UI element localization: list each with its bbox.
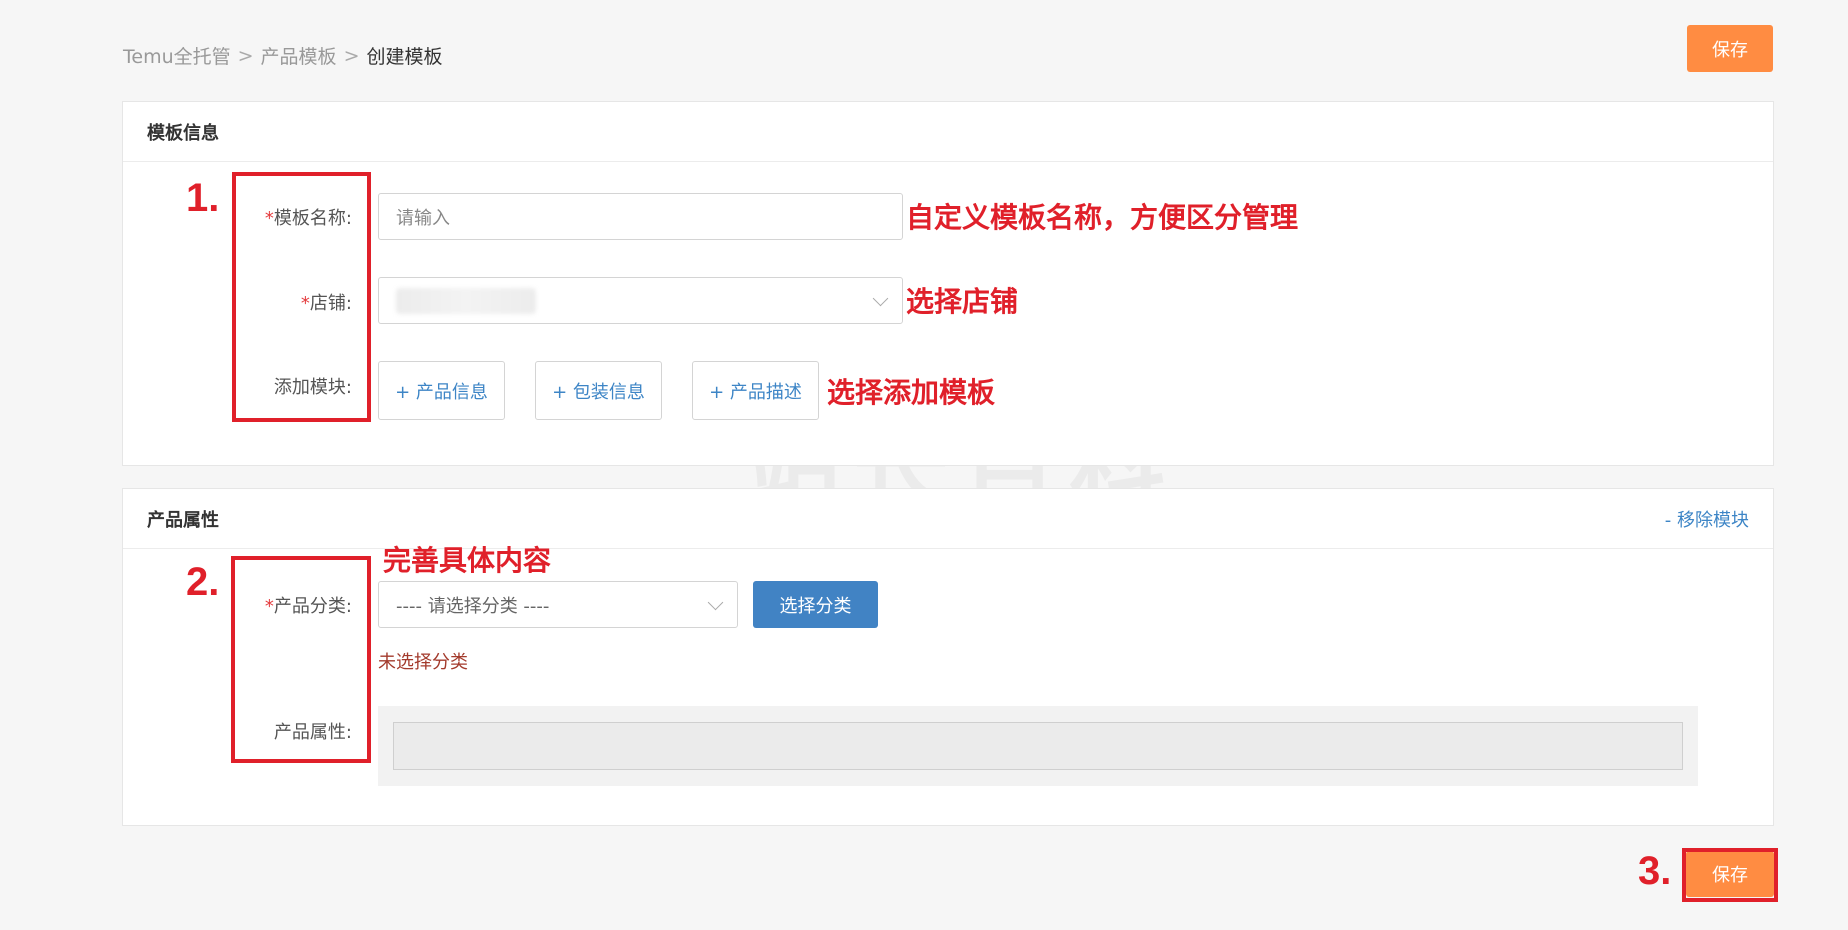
add-product-info-button[interactable]: + 产品信息 xyxy=(378,361,505,420)
annotation-number-1: 1. xyxy=(186,176,220,220)
chevron-right-icon: > xyxy=(237,44,254,67)
product-attributes-field[interactable] xyxy=(393,722,1683,770)
annotation-box-2 xyxy=(231,556,371,763)
annotation-name-note: 自定义模板名称，方便区分管理 xyxy=(906,201,1299,234)
remove-module-link[interactable]: - 移除模块 xyxy=(1665,506,1749,532)
category-select[interactable]: ---- 请选择分类 ---- xyxy=(378,581,738,628)
breadcrumb: Temu全托管 > 产品模板 > 创建模板 xyxy=(123,42,443,69)
panel-title-attrs: 产品属性 - 移除模块 xyxy=(123,489,1773,549)
annotation-shop-note: 选择店铺 xyxy=(906,285,1019,318)
template-name-input[interactable]: 请输入 xyxy=(378,193,903,240)
chevron-right-icon: > xyxy=(343,44,360,67)
annotation-box-1 xyxy=(232,172,371,422)
category-error: 未选择分类 xyxy=(378,652,468,673)
chevron-down-icon xyxy=(707,594,724,610)
add-packaging-info-button[interactable]: + 包装信息 xyxy=(535,361,662,420)
shop-select[interactable] xyxy=(378,277,903,324)
annotation-detail-note: 完善具体内容 xyxy=(383,544,552,577)
chevron-down-icon xyxy=(872,290,889,306)
annotation-box-3 xyxy=(1682,848,1778,902)
breadcrumb-item-current: 创建模板 xyxy=(366,46,443,68)
annotation-number-2: 2. xyxy=(186,560,220,604)
panel-title: 模板信息 xyxy=(123,102,1773,162)
shop-selected-value xyxy=(396,287,536,314)
annotation-number-3: 3. xyxy=(1638,849,1672,893)
annotation-module-note: 选择添加模板 xyxy=(827,376,996,409)
category-placeholder: ---- 请选择分类 ---- xyxy=(396,595,550,617)
product-attributes-area xyxy=(378,706,1698,786)
breadcrumb-item-temu[interactable]: Temu全托管 xyxy=(123,42,231,69)
breadcrumb-item-templates[interactable]: 产品模板 xyxy=(261,42,337,69)
add-product-description-button[interactable]: + 产品描述 xyxy=(692,361,819,420)
choose-category-button[interactable]: 选择分类 xyxy=(753,581,878,628)
save-button-top[interactable]: 保存 xyxy=(1687,25,1773,72)
